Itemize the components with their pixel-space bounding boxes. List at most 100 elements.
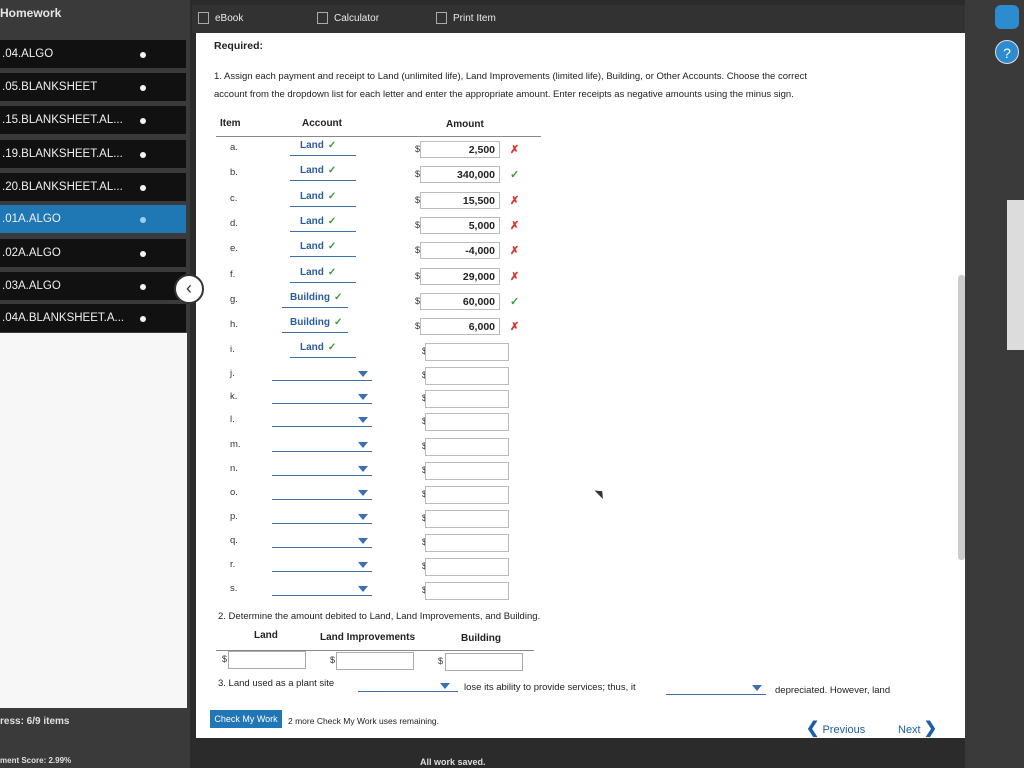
item-letter: d. (230, 218, 238, 229)
next-button[interactable]: Next ❯ (898, 718, 937, 738)
account-dropdown[interactable] (272, 475, 372, 476)
sidebar-item[interactable]: .04.ALGO (0, 40, 186, 68)
account-dropdown[interactable] (272, 595, 372, 596)
account-value: Land (300, 191, 324, 202)
amount-input[interactable]: 15,500 (420, 192, 500, 209)
chevron-down-icon (358, 442, 368, 448)
account-dropdown[interactable]: Land ✓ (300, 241, 336, 252)
chevron-down-icon (358, 538, 368, 544)
checkmark-icon: ✓ (327, 241, 337, 252)
sidebar-item[interactable]: .20.BLANKSHEET.AL... (0, 173, 186, 201)
progress-text: ress: 6/9 items (0, 716, 70, 727)
calculator-label: Calculator (334, 13, 380, 24)
question-3-mid: lose its ability to provide services; th… (464, 682, 636, 693)
item-letter: b. (230, 167, 238, 178)
account-dropdown[interactable]: Land ✓ (300, 267, 336, 278)
amount-input[interactable] (425, 510, 509, 528)
checkmark-icon: ✓ (334, 292, 343, 303)
amount-input[interactable]: 340,000 (420, 166, 500, 183)
account-header: Account (302, 118, 342, 129)
account-dropdown[interactable] (272, 523, 372, 524)
help-icon[interactable]: ? (995, 40, 1019, 64)
account-dropdown[interactable]: Land ✓ (300, 342, 336, 353)
question-1-line-1: 1. Assign each payment and receipt to La… (214, 71, 807, 82)
sidebar-item[interactable]: .15.BLANKSHEET.AL... (0, 106, 186, 134)
scrollbar[interactable] (958, 275, 965, 560)
q3-dropdown-2[interactable] (666, 694, 766, 695)
account-dropdown[interactable] (272, 499, 372, 500)
land-total-input[interactable] (228, 651, 306, 669)
amount-input[interactable] (425, 413, 509, 431)
sidebar-item-label: .05.BLANKSHEET (2, 81, 98, 93)
account-dropdown[interactable]: Building ✓ (290, 317, 342, 328)
save-status: All work saved. (420, 757, 486, 767)
account-dropdown[interactable]: Building ✓ (290, 292, 342, 303)
account-dropdown[interactable]: Land ✓ (300, 165, 336, 176)
account-dropdown[interactable] (272, 426, 372, 427)
account-dropdown[interactable] (272, 571, 372, 572)
account-dropdown[interactable]: Land ✓ (300, 216, 336, 227)
status-dot-icon (140, 185, 146, 191)
account-dropdown[interactable]: Land ✓ (300, 191, 336, 202)
amount-input[interactable] (425, 558, 509, 576)
sidebar-item-label: .20.BLANKSHEET.AL... (2, 181, 123, 193)
building-total-input[interactable] (445, 653, 523, 671)
amount-input[interactable]: 29,000 (420, 268, 500, 285)
sidebar-item-active[interactable]: .01A.ALGO (0, 205, 186, 233)
sidebar-item[interactable]: .02A.ALGO (0, 239, 186, 267)
amount-input[interactable]: 6,000 (420, 318, 500, 335)
check-my-work-button[interactable]: Check My Work (210, 710, 282, 728)
amount-input[interactable] (425, 486, 509, 504)
amount-input[interactable] (425, 438, 509, 456)
previous-label: Previous (822, 724, 866, 736)
amount-input[interactable] (425, 390, 509, 408)
amount-input[interactable] (425, 367, 509, 385)
amount-input[interactable]: -4,000 (420, 242, 500, 259)
chevron-down-icon (358, 417, 368, 423)
ebook-button[interactable]: eBook (198, 12, 243, 24)
q3-dropdown-1[interactable] (358, 691, 458, 692)
amount-input[interactable] (425, 343, 509, 361)
sidebar-item-label: .15.BLANKSHEET.AL... (2, 114, 123, 126)
chevron-left-icon: ‹ (186, 278, 192, 298)
account-dropdown[interactable] (272, 380, 372, 381)
headset-icon[interactable] (995, 5, 1019, 29)
sidebar-item[interactable]: .19.BLANKSHEET.AL... (0, 140, 186, 168)
amount-input[interactable] (425, 582, 509, 600)
previous-button[interactable]: ❮ Previous (806, 718, 865, 738)
error-x-icon: ✗ (510, 144, 520, 156)
account-dropdown[interactable] (272, 403, 372, 404)
sidebar-title: Homework (0, 6, 62, 20)
amount-input[interactable] (425, 462, 509, 480)
account-dropdown[interactable]: Land ✓ (300, 140, 336, 151)
checkmark-icon: ✓ (327, 191, 337, 202)
status-dot-icon (140, 284, 146, 290)
status-dot-icon (140, 152, 146, 158)
sidebar-item[interactable]: .03A.ALGO (0, 272, 186, 300)
collapse-sidebar-button[interactable]: ‹ (174, 274, 204, 304)
question-3-start: 3. Land used as a plant site (218, 678, 335, 689)
check-remaining-text: 2 more Check My Work uses remaining. (288, 716, 440, 726)
account-underline (290, 206, 356, 207)
sidebar-item-label: .19.BLANKSHEET.AL... (2, 148, 123, 160)
account-value: Land (300, 216, 324, 227)
account-underline (290, 256, 356, 257)
item-letter: h. (230, 319, 238, 330)
chevron-down-icon (358, 466, 368, 472)
amount-input[interactable] (425, 534, 509, 552)
account-dropdown[interactable] (272, 451, 372, 452)
item-letter: e. (230, 243, 238, 254)
sidebar-item[interactable]: .05.BLANKSHEET (0, 73, 186, 101)
amount-input[interactable]: 2,500 (420, 141, 500, 158)
amount-input[interactable]: 5,000 (420, 217, 500, 234)
print-button[interactable]: Print Item (436, 12, 496, 24)
amount-input[interactable]: 60,000 (420, 293, 500, 310)
account-underline (282, 332, 348, 333)
item-letter: c. (230, 193, 238, 204)
account-value: Land (300, 342, 324, 353)
land-improvements-total-input[interactable] (336, 652, 414, 670)
calculator-button[interactable]: Calculator (317, 12, 379, 24)
right-edge-panel (965, 0, 1024, 768)
sidebar-item[interactable]: .04A.BLANKSHEET.A... (0, 304, 186, 332)
account-dropdown[interactable] (272, 547, 372, 548)
